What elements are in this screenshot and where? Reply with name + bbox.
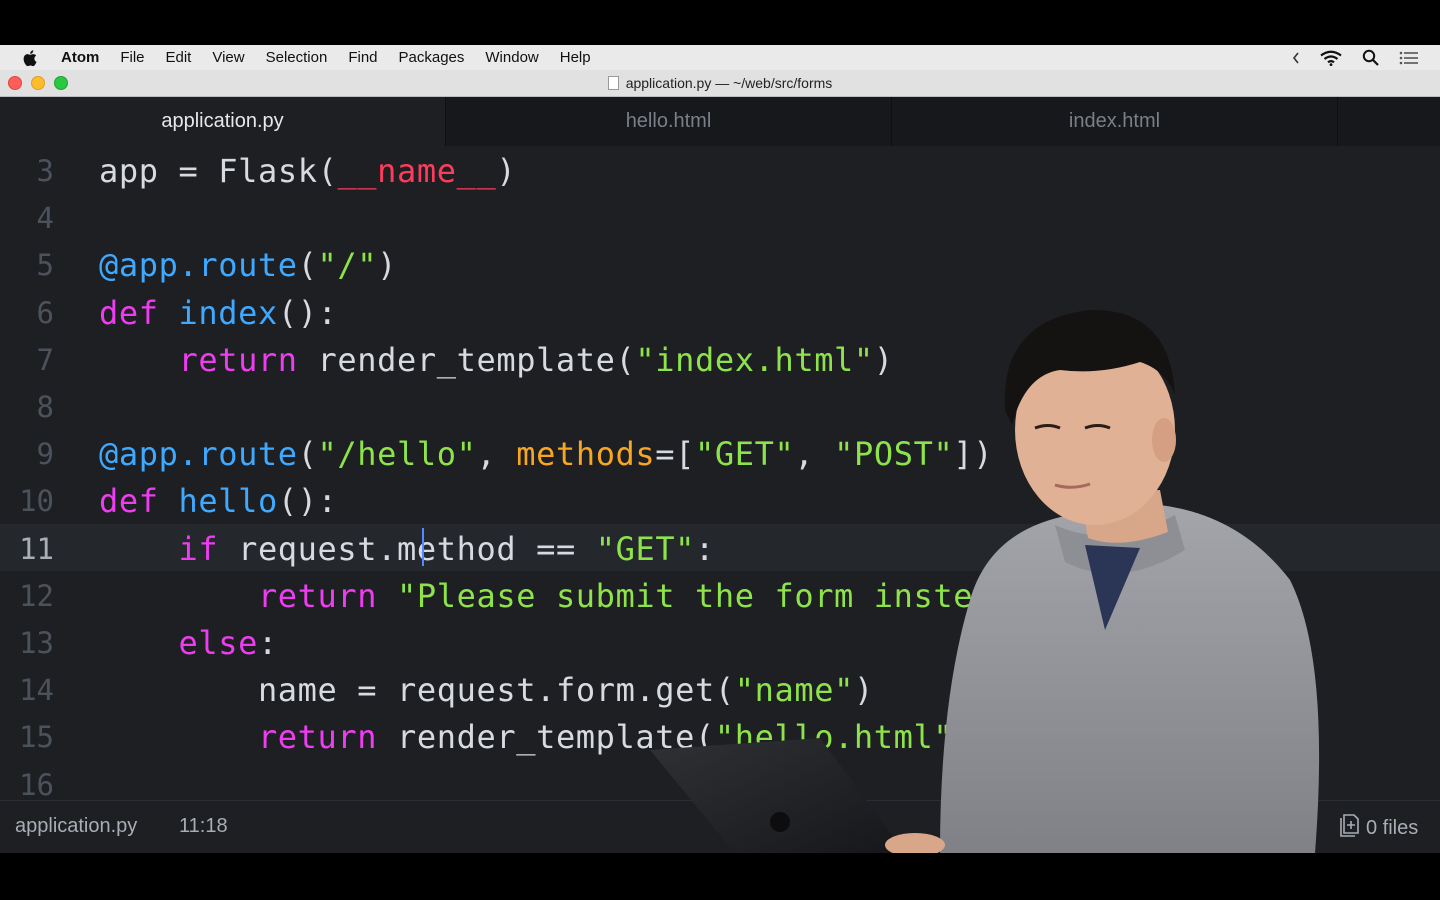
files-icon xyxy=(1338,813,1360,843)
menu-window[interactable]: Window xyxy=(485,49,538,66)
code-text[interactable]: @app.route("/") xyxy=(99,246,397,284)
line-number: 5 xyxy=(36,248,54,283)
line-number: 7 xyxy=(36,342,54,377)
tab-bar: application.py hello.html index.html xyxy=(0,97,1440,146)
code-text[interactable]: else: xyxy=(99,624,278,662)
document-icon xyxy=(607,76,619,90)
code-text[interactable]: def hello(): xyxy=(99,482,337,520)
menu-view[interactable]: View xyxy=(212,49,244,66)
code-line[interactable]: 3 app = Flask(__name__) xyxy=(0,146,1440,193)
window-title: application.py — ~/web/src/forms xyxy=(0,70,1440,96)
line-number: 11 xyxy=(19,531,54,566)
line-number: 15 xyxy=(19,720,54,755)
status-cursor-position[interactable]: 11:18 xyxy=(179,815,228,838)
line-number: 8 xyxy=(36,390,54,424)
status-git-files[interactable]: 0 files xyxy=(1338,813,1418,843)
line-number: 3 xyxy=(36,154,54,188)
code-text[interactable]: def index(): xyxy=(99,294,337,332)
video-letterbox-top xyxy=(0,0,1440,45)
code-text[interactable]: if request.method == "GET": xyxy=(99,530,715,568)
video-letterbox-bottom xyxy=(0,853,1440,900)
menu-file[interactable]: File xyxy=(120,49,144,66)
line-number: 4 xyxy=(36,201,54,236)
line-number: 12 xyxy=(19,578,54,613)
menu-packages[interactable]: Packages xyxy=(399,49,465,66)
code-text[interactable]: app = Flask(__name__) xyxy=(99,152,516,190)
line-number: 9 xyxy=(36,437,54,472)
tab-index-html[interactable]: index.html xyxy=(892,97,1338,146)
line-number: 14 xyxy=(19,673,54,708)
macos-menu-bar: Atom File Edit View Selection Find Packa… xyxy=(0,45,1440,70)
apple-logo-icon[interactable] xyxy=(23,49,43,67)
wifi-icon[interactable] xyxy=(1320,50,1342,66)
tab-hello-html[interactable]: hello.html xyxy=(446,97,892,146)
line-number: 16 xyxy=(19,767,54,800)
menu-find[interactable]: Find xyxy=(348,49,377,66)
notification-center-icon[interactable] xyxy=(1399,51,1418,65)
line-number: 10 xyxy=(19,484,54,519)
menubar-status-area xyxy=(1292,45,1418,70)
line-number: 6 xyxy=(36,295,54,330)
window-title-text: application.py — ~/web/src/forms xyxy=(625,75,833,91)
tab-application-py[interactable]: application.py xyxy=(0,97,446,146)
menu-app-name[interactable]: Atom xyxy=(61,49,99,66)
presenter-video-overlay xyxy=(640,300,1330,857)
chevron-left-icon[interactable] xyxy=(1292,52,1300,64)
line-number: 13 xyxy=(19,626,54,660)
window-title-bar: application.py — ~/web/src/forms xyxy=(0,70,1440,97)
spotlight-search-icon[interactable] xyxy=(1362,49,1379,66)
code-line[interactable]: 4 xyxy=(0,193,1440,240)
status-file-name[interactable]: application.py xyxy=(15,815,137,838)
menu-selection[interactable]: Selection xyxy=(266,49,328,66)
text-cursor xyxy=(422,527,424,566)
menu-help[interactable]: Help xyxy=(560,49,591,66)
code-line[interactable]: 5 @app.route("/") xyxy=(0,240,1440,287)
menu-edit[interactable]: Edit xyxy=(166,49,192,66)
status-files-count: 0 files xyxy=(1366,816,1419,839)
